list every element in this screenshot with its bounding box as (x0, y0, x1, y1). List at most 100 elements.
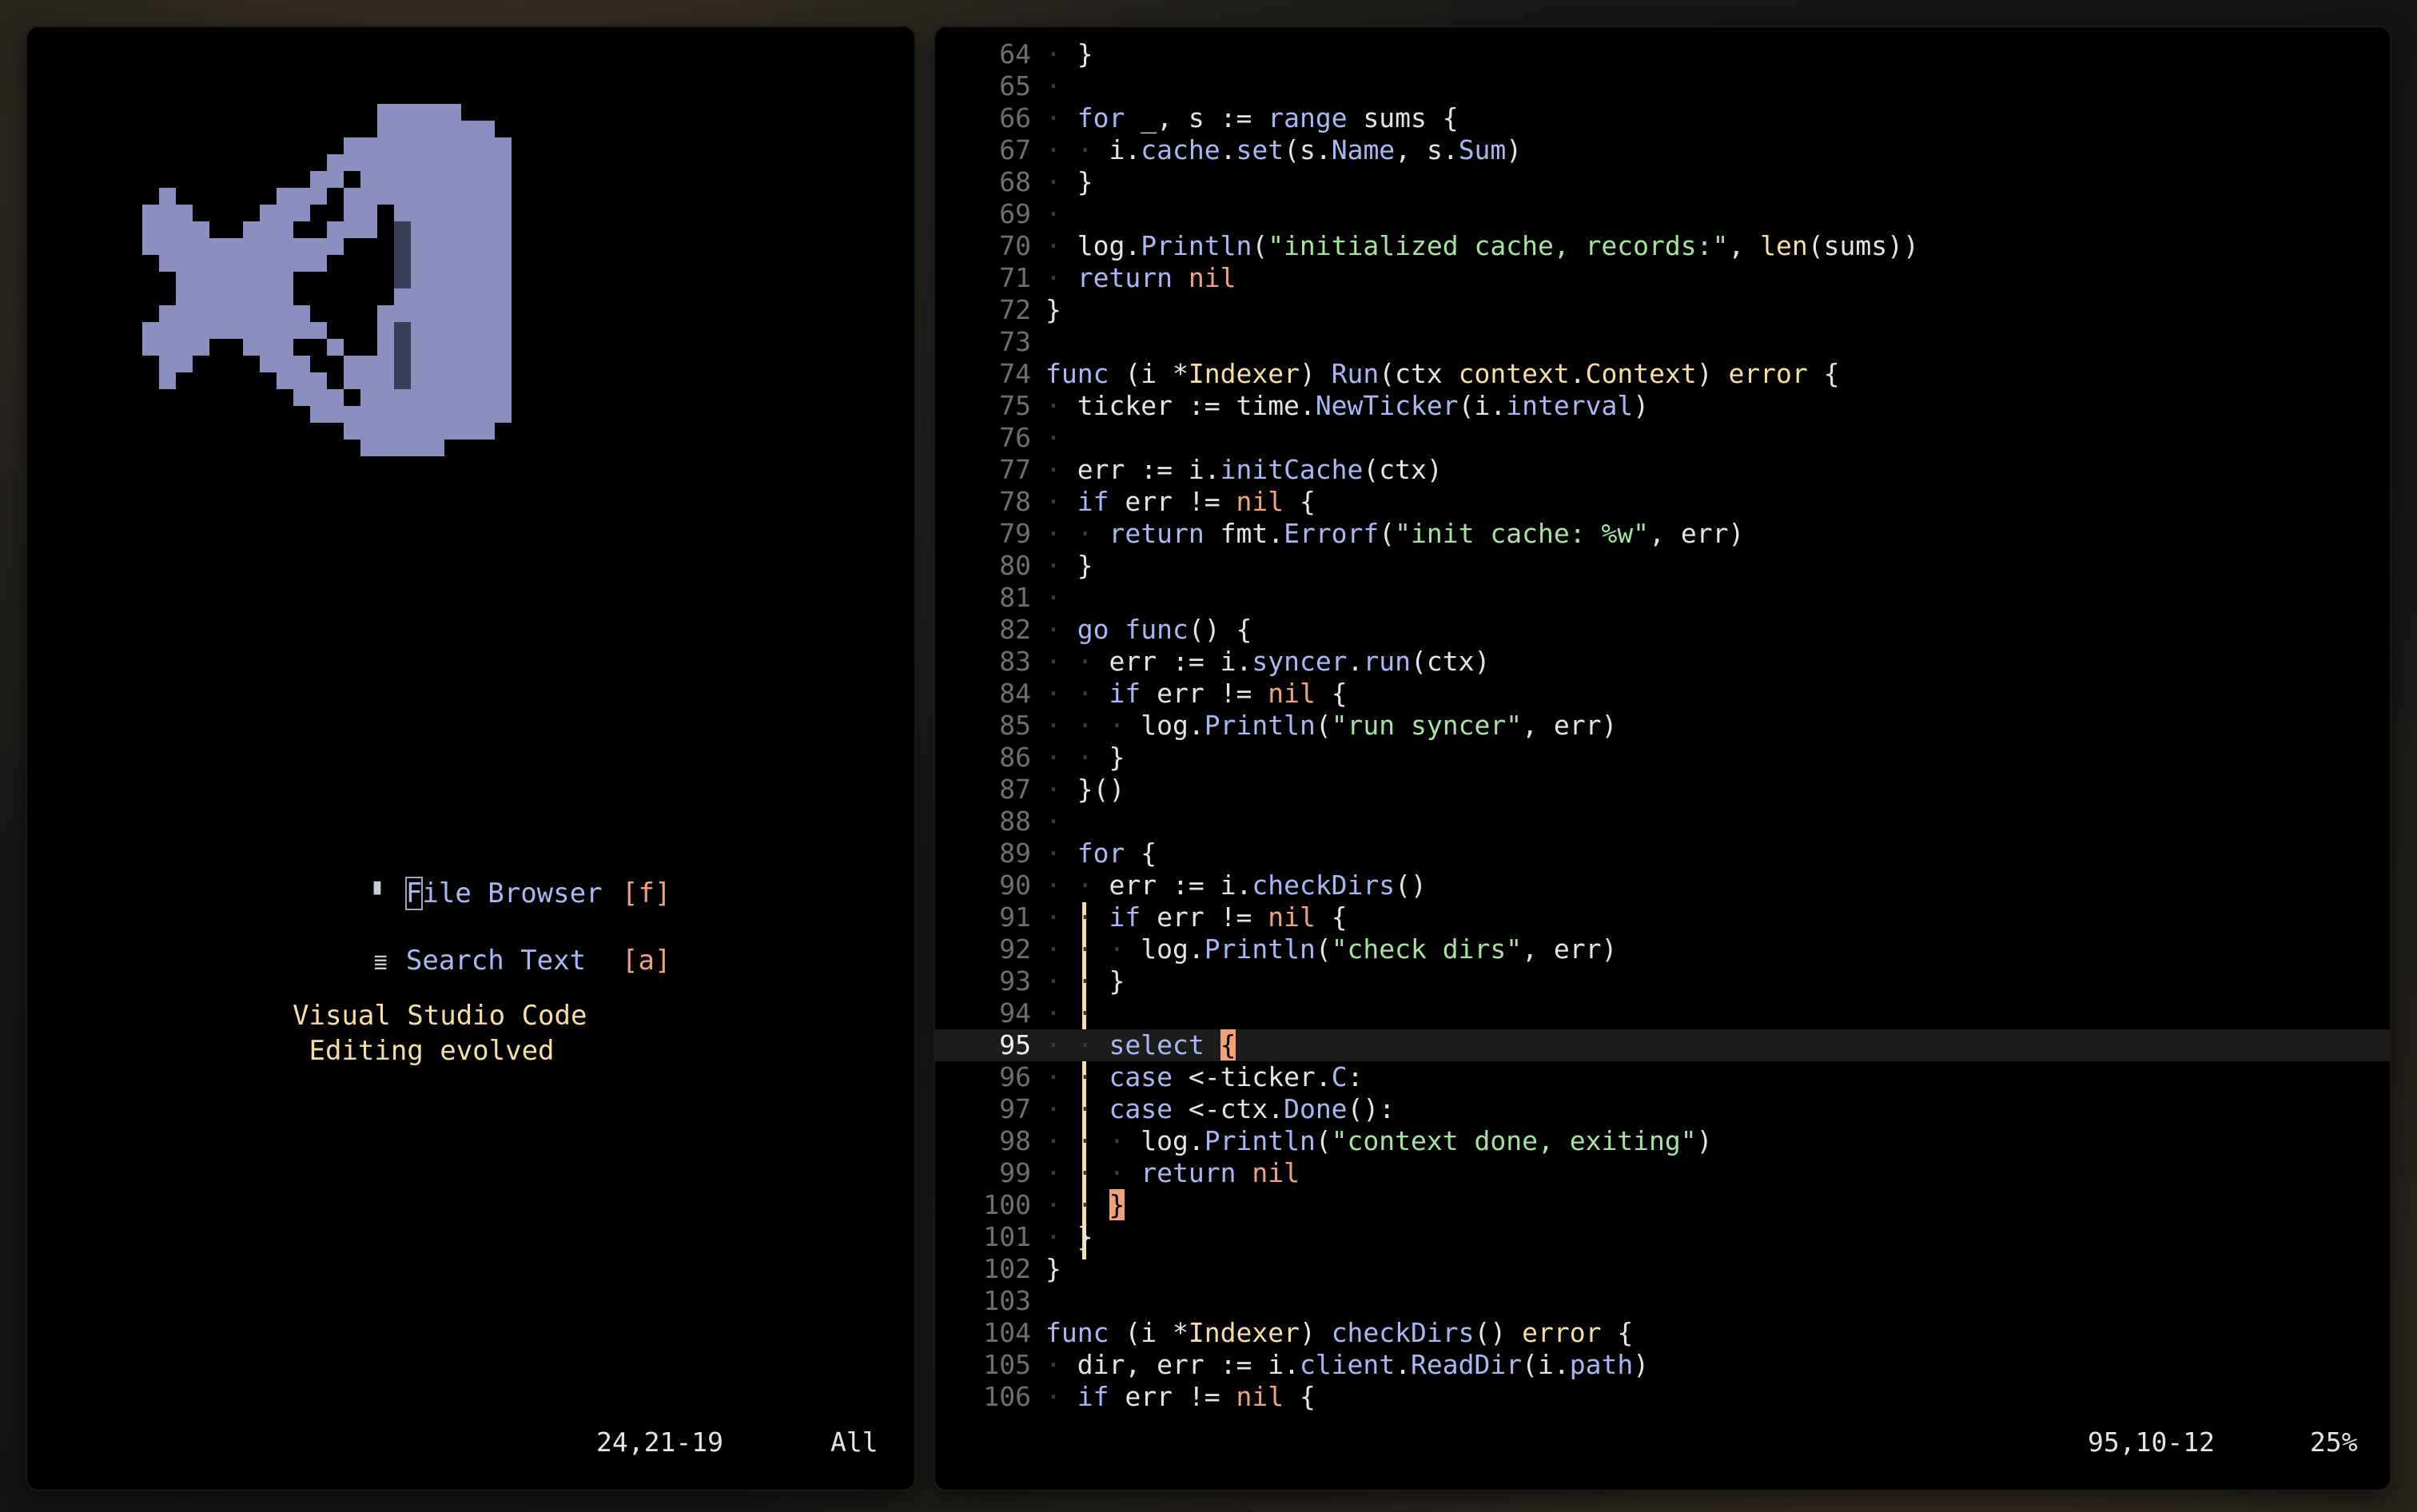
start-screen-pane: ▘ File Browser [f] ≣ Search Text [a] Visual … (27, 27, 914, 1490)
tagline-subtitle: Editing evolved (293, 1035, 555, 1067)
line-number: 86 (999, 742, 1031, 773)
line-number: 77 (999, 454, 1031, 485)
code-line[interactable]: 77 · err := i.initCache(ctx) (935, 454, 2390, 486)
code-line[interactable]: 88 · (935, 806, 2390, 838)
text-lines-icon: ≣ (373, 949, 388, 975)
shortcut-key: [f] (622, 877, 671, 909)
code-area[interactable]: 64 · } 65 · 66 · for _, s := range sums {67 · … (935, 38, 2390, 1413)
code-line[interactable]: 99 · · · return nil (935, 1157, 2390, 1189)
line-number: 102 (983, 1253, 1031, 1284)
line-number: 78 (999, 486, 1031, 517)
line-number: 74 (999, 358, 1031, 389)
code-line[interactable]: 94 · · (935, 997, 2390, 1029)
code-line[interactable]: 71 · return nil (935, 262, 2390, 294)
vscode-logo (142, 104, 512, 456)
line-number: 88 (999, 806, 1031, 837)
code-text: · (1045, 198, 1061, 229)
menu-search-text[interactable]: ≣ Search Text [a] (309, 908, 671, 977)
code-line[interactable]: 76 · (935, 422, 2390, 454)
code-text: · go func() { (1045, 614, 1252, 645)
code-text: · for _, s := range sums { (1045, 102, 1459, 133)
code-line[interactable]: 73 (935, 326, 2390, 358)
menu-label: ile Browser (422, 877, 603, 909)
line-number: 89 (999, 838, 1031, 869)
code-text: · if err != nil { (1045, 486, 1316, 517)
code-text: · } (1045, 38, 1093, 70)
code-text: · } (1045, 1221, 1093, 1252)
code-line[interactable]: 92 · · · log.Println("check dirs", err) (935, 933, 2390, 965)
code-line[interactable]: 93 · · } (935, 965, 2390, 997)
code-line[interactable]: 90 · · err := i.checkDirs() (935, 869, 2390, 901)
code-line[interactable]: 95 · · select { (935, 1029, 2390, 1061)
code-line[interactable]: 85 · · · log.Println("run syncer", err) (935, 710, 2390, 742)
code-line[interactable]: 81 · (935, 582, 2390, 614)
line-number: 67 (999, 134, 1031, 165)
code-text: · } (1045, 166, 1093, 197)
code-line[interactable]: 91 · · if err != nil { (935, 901, 2390, 933)
code-line[interactable]: 79 · · return fmt.Errorf("init cache: %w"… (935, 518, 2390, 550)
line-number: 69 (999, 198, 1031, 229)
code-text: · if err != nil { (1045, 1381, 1316, 1412)
line-number: 97 (999, 1093, 1031, 1124)
code-text: · · · log.Println("run syncer", err) (1045, 710, 1618, 741)
code-line[interactable]: 98 · · · log.Println("context done, exiti… (935, 1125, 2390, 1157)
code-line[interactable]: 72} (935, 294, 2390, 326)
code-line[interactable]: 86 · · } (935, 742, 2390, 774)
line-number: 80 (999, 550, 1031, 581)
code-line[interactable]: 66 · for _, s := range sums { (935, 102, 2390, 134)
code-line[interactable]: 83 · · err := i.syncer.run(ctx) (935, 646, 2390, 678)
cursor-position: 24,21-19 (596, 1426, 723, 1458)
code-line[interactable]: 89 · for { (935, 838, 2390, 869)
line-number: 65 (999, 70, 1031, 101)
code-line[interactable]: 74 func (i *Indexer) Run(ctx context.Cont… (935, 358, 2390, 390)
line-number: 99 (999, 1157, 1031, 1188)
code-line[interactable]: 105 · dir, err := i.client.ReadDir(i.path… (935, 1349, 2390, 1381)
code-text: } (1045, 294, 1061, 325)
code-line[interactable]: 106 · if err != nil { (935, 1381, 2390, 1413)
code-line[interactable]: 104 func (i *Indexer) checkDirs() error { (935, 1317, 2390, 1349)
code-text: · (1045, 582, 1061, 613)
line-number: 101 (983, 1221, 1031, 1252)
code-line[interactable]: 82 · go func() { (935, 614, 2390, 646)
code-line[interactable]: 69 · (935, 198, 2390, 230)
line-number: 95 (999, 1029, 1031, 1060)
line-number: 84 (999, 678, 1031, 709)
tagline: Visual Studio Code Editing evolved (293, 998, 587, 1068)
code-line[interactable]: 97 · · case <-ctx.Done(): (935, 1093, 2390, 1125)
code-text: func (i *Indexer) Run(ctx context.Contex… (1045, 358, 1840, 389)
line-number: 81 (999, 582, 1031, 613)
code-line[interactable]: 84 · · if err != nil { (935, 678, 2390, 710)
line-number: 94 (999, 997, 1031, 1029)
code-text: · for { (1045, 838, 1157, 869)
line-number: 73 (999, 326, 1031, 357)
code-line[interactable]: 78 · if err != nil { (935, 486, 2390, 518)
code-line[interactable]: 87 · }() (935, 774, 2390, 806)
editor-pane[interactable]: 64 · } 65 · 66 · for _, s := range sums {67 · … (935, 27, 2390, 1490)
code-line[interactable]: 96 · · case <-ticker.C: (935, 1061, 2390, 1093)
line-number: 64 (999, 38, 1031, 70)
line-number: 91 (999, 901, 1031, 933)
code-text: func (i *Indexer) checkDirs() error { (1045, 1317, 1634, 1348)
code-text: · }() (1045, 774, 1125, 805)
code-text: · · case <-ticker.C: (1045, 1061, 1364, 1092)
line-number: 72 (999, 294, 1031, 325)
line-number: 93 (999, 965, 1031, 997)
code-line[interactable]: 103 (935, 1285, 2390, 1317)
code-line[interactable]: 67 · · i.cache.set(s.Name, s.Sum) (935, 134, 2390, 166)
code-line[interactable]: 75 · ticker := time.NewTicker(i.interval) (935, 390, 2390, 422)
cursor-position: 95,10-12 (2088, 1426, 2215, 1458)
code-line[interactable]: 68 · } (935, 166, 2390, 198)
code-line[interactable]: 80 · } (935, 550, 2390, 582)
code-text: · · } (1045, 965, 1125, 997)
code-line[interactable]: 65 · (935, 70, 2390, 102)
code-line[interactable]: 100 · · } (935, 1189, 2390, 1221)
code-text: · return nil (1045, 262, 1236, 293)
code-line[interactable]: 101 · } (935, 1221, 2390, 1253)
menu-file-browser[interactable]: ▘ File Browser [f] (309, 841, 671, 910)
code-line[interactable]: 102} (935, 1253, 2390, 1285)
code-line[interactable]: 70 · log.Println("initialized cache, reco… (935, 230, 2390, 262)
code-line[interactable]: 64 · } (935, 38, 2390, 70)
code-text: · (1045, 70, 1061, 101)
line-number: 92 (999, 933, 1031, 965)
code-text: · · (1045, 997, 1093, 1029)
